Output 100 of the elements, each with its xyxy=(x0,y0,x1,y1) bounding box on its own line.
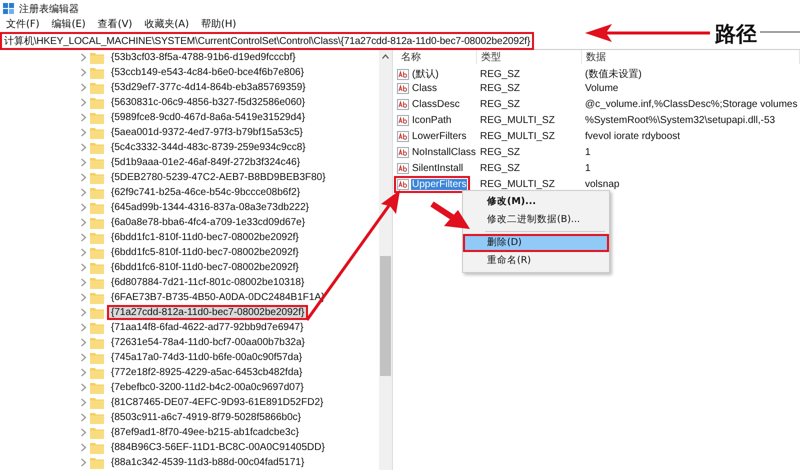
column-header[interactable]: 类型 xyxy=(477,50,582,64)
string-value-icon xyxy=(397,147,409,158)
value-name[interactable]: Class xyxy=(411,83,438,94)
scroll-up-icon xyxy=(382,54,389,59)
tree-item[interactable]: {53d29ef7-377c-4d14-864b-eb3a85769359} xyxy=(107,80,310,95)
string-value-icon xyxy=(397,179,409,190)
folder-icon xyxy=(90,336,104,348)
tree-item[interactable]: {5c4c3332-344d-483c-8739-259e934c9cc8} xyxy=(107,140,310,155)
value-name[interactable]: (默认) xyxy=(411,67,440,81)
tree-item[interactable]: {6bdd1fc5-810f-11d0-bec7-08002be2092f} xyxy=(107,245,303,260)
scrollbar[interactable] xyxy=(379,50,392,470)
context-menu-item[interactable]: 删除(D) xyxy=(463,234,609,252)
tree-item[interactable]: {71aa14f8-6fad-4622-ad77-92bb9d7e6947} xyxy=(107,320,308,335)
folder-icon xyxy=(90,172,104,184)
folder-icon xyxy=(90,456,104,468)
folder-icon xyxy=(90,246,104,258)
folder-icon xyxy=(90,322,104,334)
value-name[interactable]: IconPath xyxy=(411,115,452,126)
value-data: @c_volume.inf,%ClassDesc%;Storage volumes xyxy=(584,99,798,110)
tree-item[interactable]: {5DEB2780-5239-47C2-AEB7-B8BD9BEB3F80} xyxy=(107,170,330,185)
scroll-thumb[interactable] xyxy=(380,256,391,376)
value-type: REG_MULTI_SZ xyxy=(479,131,556,142)
tree-item[interactable]: {5d1b9aaa-01e2-46af-849f-272b3f324c46} xyxy=(107,155,304,170)
folder-icon xyxy=(90,142,104,154)
tree-item[interactable]: {71a27cdd-812a-11d0-bec7-08002be2092f} xyxy=(107,305,308,320)
app-icon xyxy=(3,3,15,14)
tree-item[interactable]: {6bdd1fc6-810f-11d0-bec7-08002be2092f} xyxy=(107,260,303,275)
tree-item[interactable]: {8503c911-a6c7-4919-8f79-5028f5866b0c} xyxy=(107,410,305,425)
folder-icon xyxy=(90,66,104,78)
menu-item[interactable]: 查看(V) xyxy=(98,16,132,32)
string-value-icon xyxy=(397,163,409,174)
tree-item[interactable]: {72631e54-78a4-11d0-bcf7-00aa00b7b32a} xyxy=(107,335,309,350)
folder-icon xyxy=(90,216,104,228)
context-menu-item[interactable]: 重命名(R) xyxy=(463,252,609,270)
folder-icon xyxy=(90,96,104,108)
folder-icon xyxy=(90,232,104,244)
folder-icon xyxy=(90,126,104,138)
menu-item[interactable]: 编辑(E) xyxy=(52,16,86,32)
folder-icon xyxy=(90,412,104,424)
folder-icon xyxy=(90,306,104,318)
value-name[interactable]: NoInstallClass xyxy=(411,147,477,158)
folder-icon xyxy=(90,352,104,364)
value-type: REG_SZ xyxy=(479,68,522,80)
column-header[interactable]: 名称 xyxy=(397,50,477,64)
tree-item[interactable]: {88a1c342-4539-11d3-b88d-00c04fad5171} xyxy=(107,455,308,470)
value-type: REG_MULTI_SZ xyxy=(479,179,556,190)
value-name[interactable]: ClassDesc xyxy=(411,99,461,110)
value-name[interactable]: LowerFilters xyxy=(411,131,468,142)
string-value-icon xyxy=(397,115,409,126)
window-title: 注册表编辑器 xyxy=(19,2,79,16)
tree-item[interactable]: {5630831c-06c9-4856-b327-f5d32586e060} xyxy=(107,95,310,110)
value-data: Volume xyxy=(584,83,620,94)
tree-item[interactable]: {5989fce8-9cd0-467d-8a6a-5419e31529d4} xyxy=(107,110,310,125)
context-menu-item[interactable]: 修改二进制数据(B)... xyxy=(463,211,609,229)
value-data: (数值未设置) xyxy=(584,68,643,81)
folder-icon xyxy=(90,156,104,168)
tree-item[interactable]: {772e18f2-8925-4229-a5ac-6453cb482fda} xyxy=(107,365,306,380)
tree-item[interactable]: {6bdd1fc1-810f-11d0-bec7-08002be2092f} xyxy=(107,230,303,245)
string-value-icon xyxy=(397,131,409,142)
folder-icon xyxy=(90,262,104,274)
tree-item[interactable]: {87ef9ad1-8f70-49ee-b215-ab1fcadcbe3c} xyxy=(107,425,303,440)
value-type: REG_SZ xyxy=(479,99,522,110)
value-name[interactable]: SilentInstall xyxy=(411,163,464,174)
value-type: REG_MULTI_SZ xyxy=(479,115,556,126)
value-data: fvevol iorate rdyboost xyxy=(584,131,682,142)
tree-item[interactable]: {53b3cf03-8f5a-4788-91b6-d19ed9fcccbf} xyxy=(107,50,300,65)
folder-icon xyxy=(90,366,104,378)
tree-item[interactable]: {81C87465-DE07-4EFC-9D93-61E891D52FD2} xyxy=(107,395,328,410)
value-type: REG_SZ xyxy=(479,83,522,94)
column-header[interactable]: 数据 xyxy=(582,50,800,64)
tree-item[interactable]: {6d807884-7d21-11cf-801c-08002be10318} xyxy=(107,275,308,290)
tree-item[interactable]: {884B96C3-56EF-11D1-BC8C-00A0C91405DD} xyxy=(107,440,329,455)
string-value-icon xyxy=(397,83,409,94)
annotation-label: 路径 xyxy=(715,21,757,48)
annotation-arrow xyxy=(430,201,470,229)
value-data: 1 xyxy=(584,163,592,174)
tree-item[interactable]: {645ad99b-1344-4316-837a-08a3e73db222} xyxy=(107,200,313,215)
string-value-icon xyxy=(397,68,409,80)
tree-item[interactable]: {6a0a8e78-bba6-4fc4-a709-1e33cd09d67e} xyxy=(107,215,310,230)
tree-item[interactable]: {53ccb149-e543-4c84-b6e0-bce4f6b7e806} xyxy=(107,65,308,80)
menu-item[interactable]: 文件(F) xyxy=(6,16,40,32)
folder-icon xyxy=(90,396,104,408)
tree-item[interactable]: {7ebefbc0-3200-11d2-b4c2-00a0c9697d07} xyxy=(107,380,308,395)
tree-item[interactable]: {5aea001d-9372-4ed7-97f3-b79bf15a53c5} xyxy=(107,125,307,140)
folder-icon xyxy=(90,382,104,394)
tree-item[interactable]: {62f9c741-b25a-46ce-b54c-9bccce08b6f2} xyxy=(107,185,304,200)
folder-icon xyxy=(90,442,104,454)
menu-item[interactable]: 收藏夹(A) xyxy=(144,16,189,32)
menu-item[interactable]: 帮助(H) xyxy=(201,16,236,32)
context-menu-item[interactable]: 修改(M)... xyxy=(463,193,609,211)
folder-icon xyxy=(90,202,104,214)
folder-icon xyxy=(90,52,104,64)
folder-icon xyxy=(90,426,104,438)
string-value-icon xyxy=(397,99,409,110)
address-bar[interactable]: 计算机\HKEY_LOCAL_MACHINE\SYSTEM\CurrentControlSet\Control\Class\{71a27cdd-812a-11d0-bec7-08002be2092f} xyxy=(0,32,534,50)
tree-item[interactable]: {745a17a0-74d3-11d0-b6fe-00a0c90f57da} xyxy=(107,350,306,365)
value-type: REG_SZ xyxy=(479,147,522,158)
value-name[interactable]: UpperFilters xyxy=(411,179,468,190)
value-data: volsnap xyxy=(584,179,620,190)
value-data: %SystemRoot%\System32\setupapi.dll,-53 xyxy=(584,115,776,126)
